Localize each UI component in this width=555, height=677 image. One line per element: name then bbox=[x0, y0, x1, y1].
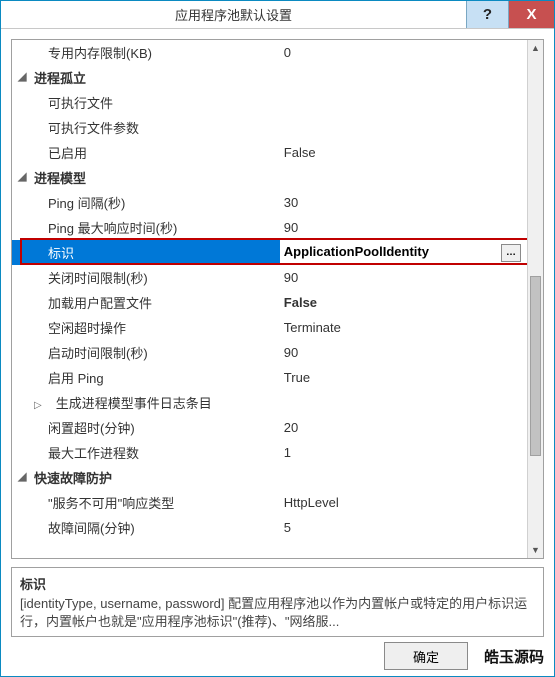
property-name: "服务不可用"响应类型 bbox=[12, 490, 280, 515]
description-body: [identityType, username, password] 配置应用程… bbox=[20, 595, 535, 630]
property-name: 空闲超时操作 bbox=[12, 315, 280, 340]
scroll-track[interactable] bbox=[528, 56, 543, 542]
category-label: 进程孤立 bbox=[34, 71, 86, 86]
property-table: 专用内存限制(KB)0◢进程孤立可执行文件可执行文件参数已启用False◢进程模… bbox=[12, 40, 527, 540]
titlebar: 应用程序池默认设置 ? X bbox=[1, 1, 554, 29]
property-value[interactable]: 90 bbox=[280, 340, 527, 365]
property-value[interactable]: 20 bbox=[280, 415, 527, 440]
property-row[interactable]: 最大工作进程数1 bbox=[12, 440, 527, 465]
category-row[interactable]: ◢ 进程孤立 bbox=[12, 65, 527, 90]
property-name: 可执行文件 bbox=[12, 90, 280, 115]
property-value[interactable]: False bbox=[280, 290, 527, 315]
property-value[interactable]: 0 bbox=[280, 40, 527, 65]
property-row[interactable]: ▷生成进程模型事件日志条目 bbox=[12, 390, 527, 415]
property-name: 闲置超时(分钟) bbox=[12, 415, 280, 440]
scroll-up-icon[interactable]: ▲ bbox=[528, 40, 543, 56]
property-name: 启用 Ping bbox=[12, 365, 280, 390]
property-grid-body: 专用内存限制(KB)0◢进程孤立可执行文件可执行文件参数已启用False◢进程模… bbox=[12, 40, 527, 558]
property-row[interactable]: "服务不可用"响应类型HttpLevel bbox=[12, 490, 527, 515]
client-area: 专用内存限制(KB)0◢进程孤立可执行文件可执行文件参数已启用False◢进程模… bbox=[1, 29, 554, 647]
titlebar-buttons: ? X bbox=[466, 1, 554, 28]
property-value[interactable]: 90 bbox=[280, 215, 527, 240]
property-row[interactable]: 启动时间限制(秒)90 bbox=[12, 340, 527, 365]
property-row[interactable]: 专用内存限制(KB)0 bbox=[12, 40, 527, 65]
property-row[interactable]: Ping 间隔(秒)30 bbox=[12, 190, 527, 215]
scroll-thumb[interactable] bbox=[530, 276, 541, 456]
close-button[interactable]: X bbox=[508, 1, 554, 28]
property-value[interactable] bbox=[280, 115, 527, 140]
property-row[interactable]: 关闭时间限制(秒)90 bbox=[12, 265, 527, 290]
property-row[interactable]: 标识ApplicationPoolIdentity… bbox=[12, 240, 527, 265]
property-name: 标识 bbox=[12, 240, 280, 265]
property-row[interactable]: 可执行文件 bbox=[12, 90, 527, 115]
expand-icon[interactable]: ◢ bbox=[18, 470, 26, 483]
property-name: 故障间隔(分钟) bbox=[12, 515, 280, 540]
property-row[interactable]: 故障间隔(分钟)5 bbox=[12, 515, 527, 540]
property-row[interactable]: 加载用户配置文件False bbox=[12, 290, 527, 315]
property-value[interactable]: 1 bbox=[280, 440, 527, 465]
property-value[interactable]: False bbox=[280, 140, 527, 165]
watermark-text: 皓玉源码 bbox=[484, 646, 544, 667]
property-name: 已启用 bbox=[12, 140, 280, 165]
dialog-footer: 确定 皓玉源码 bbox=[11, 642, 544, 670]
property-name: 启动时间限制(秒) bbox=[12, 340, 280, 365]
property-name: 加载用户配置文件 bbox=[12, 290, 280, 315]
scroll-down-icon[interactable]: ▼ bbox=[528, 542, 543, 558]
help-button[interactable]: ? bbox=[466, 1, 508, 28]
property-value[interactable]: True bbox=[280, 365, 527, 390]
property-value[interactable]: 30 bbox=[280, 190, 527, 215]
property-name: 关闭时间限制(秒) bbox=[12, 265, 280, 290]
dialog-window: 应用程序池默认设置 ? X 专用内存限制(KB)0 ◢ 进程孤立可执行文件可执行文件… bbox=[0, 0, 555, 677]
ellipsis-button[interactable]: … bbox=[501, 244, 521, 262]
property-name: Ping 最大响应时间(秒) bbox=[12, 215, 280, 240]
property-value[interactable]: HttpLevel bbox=[280, 490, 527, 515]
category-label: 快速故障防护 bbox=[34, 471, 112, 486]
property-row[interactable]: 启用 PingTrue bbox=[12, 365, 527, 390]
property-value[interactable] bbox=[280, 390, 527, 415]
property-name: ▷生成进程模型事件日志条目 bbox=[12, 390, 280, 415]
property-row[interactable]: 可执行文件参数 bbox=[12, 115, 527, 140]
property-value[interactable]: Terminate bbox=[280, 315, 527, 340]
property-name: Ping 间隔(秒) bbox=[12, 190, 280, 215]
description-pane: 标识 [identityType, username, password] 配置… bbox=[11, 567, 544, 637]
expand-icon[interactable]: ◢ bbox=[18, 70, 26, 83]
property-name: 最大工作进程数 bbox=[12, 440, 280, 465]
property-grid: 专用内存限制(KB)0◢进程孤立可执行文件可执行文件参数已启用False◢进程模… bbox=[11, 39, 544, 559]
property-row[interactable]: Ping 最大响应时间(秒)90 bbox=[12, 215, 527, 240]
expand-icon[interactable]: ◢ bbox=[18, 170, 26, 183]
property-row[interactable]: 已启用False bbox=[12, 140, 527, 165]
ok-button[interactable]: 确定 bbox=[384, 642, 468, 670]
property-value[interactable]: 90 bbox=[280, 265, 527, 290]
property-row[interactable]: 闲置超时(分钟)20 bbox=[12, 415, 527, 440]
property-name: 专用内存限制(KB) bbox=[12, 40, 280, 65]
description-title: 标识 bbox=[20, 574, 535, 593]
property-row[interactable]: 空闲超时操作Terminate bbox=[12, 315, 527, 340]
category-row[interactable]: ◢ 进程模型 bbox=[12, 165, 527, 190]
property-value[interactable]: ApplicationPoolIdentity… bbox=[280, 240, 527, 265]
property-value[interactable] bbox=[280, 90, 527, 115]
vertical-scrollbar[interactable]: ▲ ▼ bbox=[527, 40, 543, 558]
property-value[interactable]: 5 bbox=[280, 515, 527, 540]
category-label: 进程模型 bbox=[34, 171, 86, 186]
expand-icon[interactable]: ▷ bbox=[34, 400, 42, 411]
category-row[interactable]: ◢ 快速故障防护 bbox=[12, 465, 527, 490]
window-title: 应用程序池默认设置 bbox=[1, 5, 466, 24]
property-name: 可执行文件参数 bbox=[12, 115, 280, 140]
